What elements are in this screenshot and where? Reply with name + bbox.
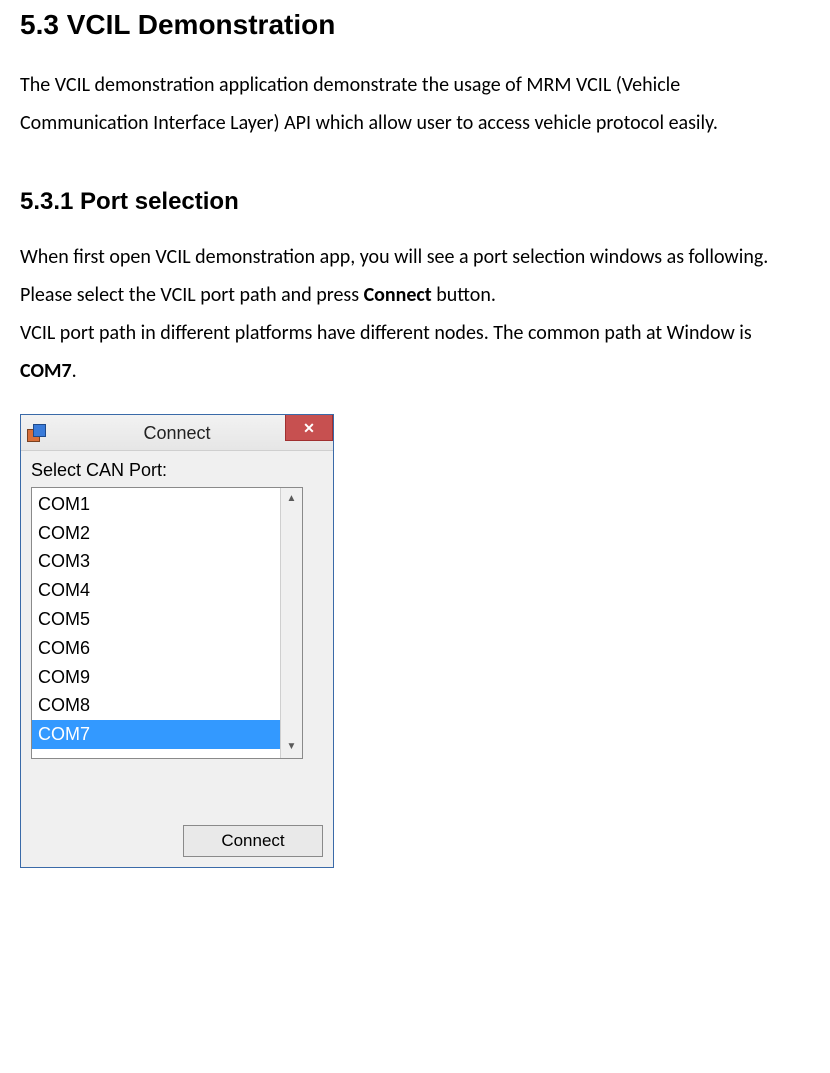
dialog-body: Select CAN Port: COM1COM2COM3COM4COM5COM… (21, 451, 333, 866)
port-listbox[interactable]: COM1COM2COM3COM4COM5COM6COM9COM8COM7 ▲ ▼ (31, 487, 303, 759)
list-item[interactable]: COM2 (32, 519, 280, 548)
list-item[interactable]: COM8 (32, 691, 280, 720)
section-paragraph: The VCIL demonstration application demon… (20, 66, 810, 142)
list-item[interactable]: COM6 (32, 634, 280, 663)
list-item[interactable]: COM5 (32, 605, 280, 634)
close-icon: ✕ (303, 415, 315, 442)
sub-paragraph-2: Please select the VCIL port path and pre… (20, 276, 810, 314)
list-item[interactable]: COM3 (32, 547, 280, 576)
subsection-heading: 5.3.1 Port selection (20, 188, 810, 217)
sub-paragraph-1: When first open VCIL demonstration app, … (20, 238, 810, 276)
section-heading: 5.3 VCIL Demonstration (20, 8, 810, 42)
list-item[interactable]: COM4 (32, 576, 280, 605)
port-label: Select CAN Port: (31, 459, 323, 482)
dialog-title: Connect (143, 416, 210, 450)
list-item[interactable]: COM7 (32, 720, 280, 749)
close-button[interactable]: ✕ (285, 415, 333, 441)
dialog-titlebar[interactable]: Connect ✕ (21, 415, 333, 451)
sub-paragraph-3: VCIL port path in different platforms ha… (20, 314, 810, 390)
list-item[interactable]: COM9 (32, 663, 280, 692)
list-item[interactable]: COM1 (32, 490, 280, 519)
scroll-down-icon[interactable]: ▼ (281, 736, 302, 758)
connect-dialog: Connect ✕ Select CAN Port: COM1COM2COM3C… (20, 414, 334, 867)
scroll-up-icon[interactable]: ▲ (281, 488, 302, 510)
app-icon (27, 424, 45, 442)
scrollbar[interactable]: ▲ ▼ (280, 488, 302, 758)
connect-button[interactable]: Connect (183, 825, 323, 857)
